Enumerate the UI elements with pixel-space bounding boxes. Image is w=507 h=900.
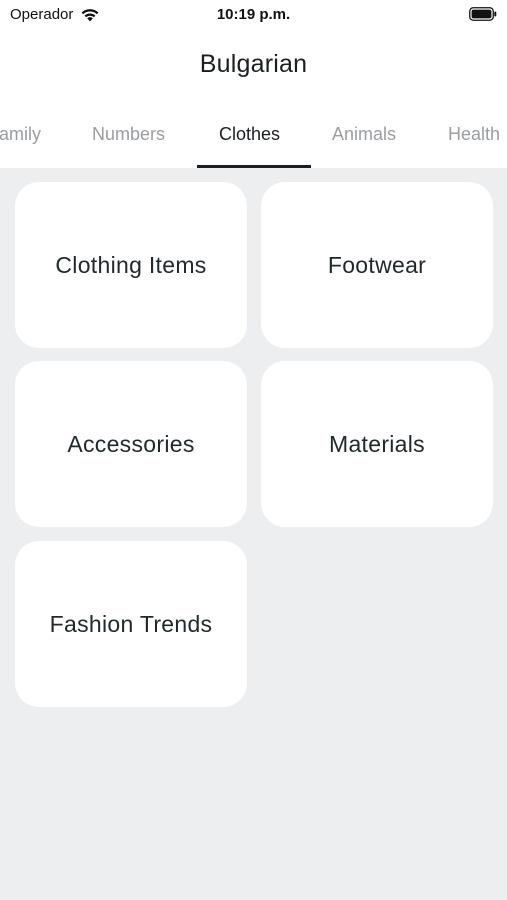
page-title: Bulgarian xyxy=(199,50,308,78)
clock: 10:19 p.m. xyxy=(216,6,291,23)
battery-icon xyxy=(469,7,497,21)
tab-numbers[interactable]: Numbers xyxy=(92,124,165,145)
active-tab-indicator xyxy=(197,165,311,168)
category-tab-bar[interactable]: amily Numbers Clothes Animals Health xyxy=(0,104,507,168)
category-label: Materials xyxy=(328,430,425,457)
category-label: Fashion Trends xyxy=(49,610,213,637)
category-card-accessories[interactable]: Accessories xyxy=(15,361,247,527)
tab-health[interactable]: Health xyxy=(448,124,500,145)
category-label: Footwear xyxy=(327,251,427,278)
category-card-clothing-items[interactable]: Clothing Items xyxy=(15,182,247,348)
tab-clothes[interactable]: Clothes xyxy=(219,124,280,145)
category-card-fashion-trends[interactable]: Fashion Trends xyxy=(15,541,247,707)
category-label: Clothing Items xyxy=(55,251,207,278)
tab-family[interactable]: amily xyxy=(0,124,41,145)
category-label: Accessories xyxy=(67,430,195,457)
tab-animals[interactable]: Animals xyxy=(332,124,396,145)
top-bar: Operador 10:19 p.m. Bulgarian amily Numb… xyxy=(0,0,507,168)
category-card-materials[interactable]: Materials xyxy=(261,361,493,527)
status-bar: Operador 10:19 p.m. xyxy=(0,0,507,32)
category-card-footwear[interactable]: Footwear xyxy=(261,182,493,348)
